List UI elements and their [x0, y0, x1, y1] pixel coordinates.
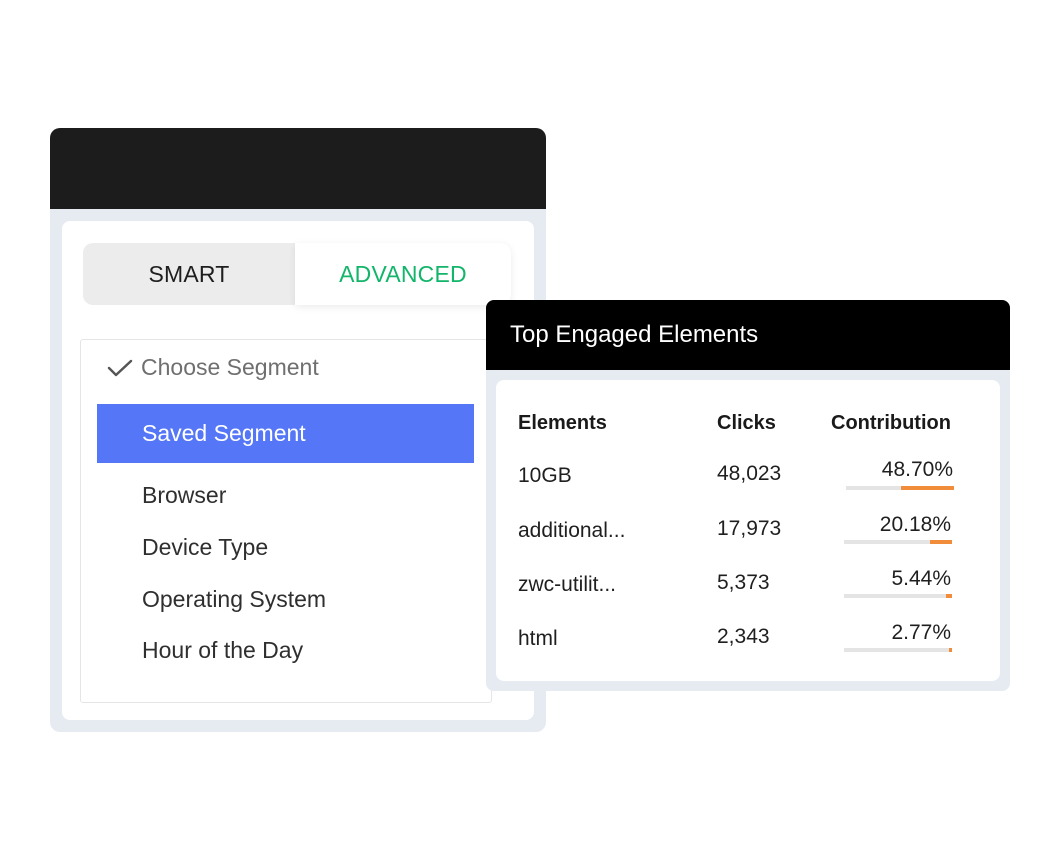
segment-option-browser[interactable]: Browser — [142, 482, 226, 509]
segment-option-operating-system[interactable]: Operating System — [142, 586, 326, 613]
row-3-clicks: 5,373 — [717, 571, 770, 594]
row-4-contribution-fill — [949, 648, 952, 652]
row-3-element: zwc-utilit... — [518, 573, 617, 596]
row-4-contribution-bar — [844, 648, 952, 652]
row-1-contribution: 48.70% — [881, 458, 953, 481]
engaged-elements-panel: Top Engaged Elements Elements Clicks Con… — [486, 300, 1010, 691]
row-3-contribution-fill — [946, 594, 952, 598]
stage: SMART ADVANCED Choose Segment Saved Segm… — [0, 0, 1060, 860]
engaged-elements-title: Top Engaged Elements — [486, 300, 1010, 370]
advanced-tab[interactable]: ADVANCED — [295, 243, 511, 305]
engaged-elements-table: Elements Clicks Contribution 10GB 48,023… — [496, 380, 1000, 681]
row-3-contribution-bar — [844, 594, 952, 598]
row-2-contribution-bar — [844, 540, 952, 544]
segment-panel: SMART ADVANCED Choose Segment Saved Segm… — [50, 128, 546, 732]
smart-tab[interactable]: SMART — [83, 243, 295, 305]
saved-segment-option[interactable]: Saved Segment — [97, 404, 474, 463]
mode-toggle: SMART ADVANCED — [83, 243, 511, 305]
row-2-element: additional... — [518, 519, 626, 542]
column-header-contribution: Contribution — [831, 412, 951, 434]
segment-option-hour-of-day[interactable]: Hour of the Day — [142, 637, 303, 664]
segment-option-device-type[interactable]: Device Type — [142, 534, 268, 561]
choose-segment-option[interactable]: Choose Segment — [107, 354, 319, 381]
row-1-element: 10GB — [518, 464, 572, 487]
row-3-contribution: 5.44% — [891, 567, 951, 590]
row-1-contribution-fill — [901, 486, 954, 490]
check-icon — [107, 359, 133, 376]
column-header-elements: Elements — [518, 412, 607, 434]
row-4-clicks: 2,343 — [717, 625, 770, 648]
row-2-clicks: 17,973 — [717, 517, 782, 540]
row-2-contribution: 20.18% — [879, 513, 951, 536]
row-4-element: html — [518, 627, 558, 650]
column-header-clicks: Clicks — [717, 412, 776, 434]
segment-dropdown-list: Choose Segment Saved Segment Browser Dev… — [80, 339, 492, 703]
row-2-contribution-fill — [930, 540, 952, 544]
segment-panel-body: SMART ADVANCED Choose Segment Saved Segm… — [62, 221, 534, 720]
segment-panel-header — [50, 128, 546, 209]
choose-segment-label: Choose Segment — [141, 354, 319, 380]
row-4-contribution: 2.77% — [891, 621, 951, 644]
row-1-clicks: 48,023 — [717, 462, 782, 485]
row-1-contribution-bar — [846, 486, 954, 490]
